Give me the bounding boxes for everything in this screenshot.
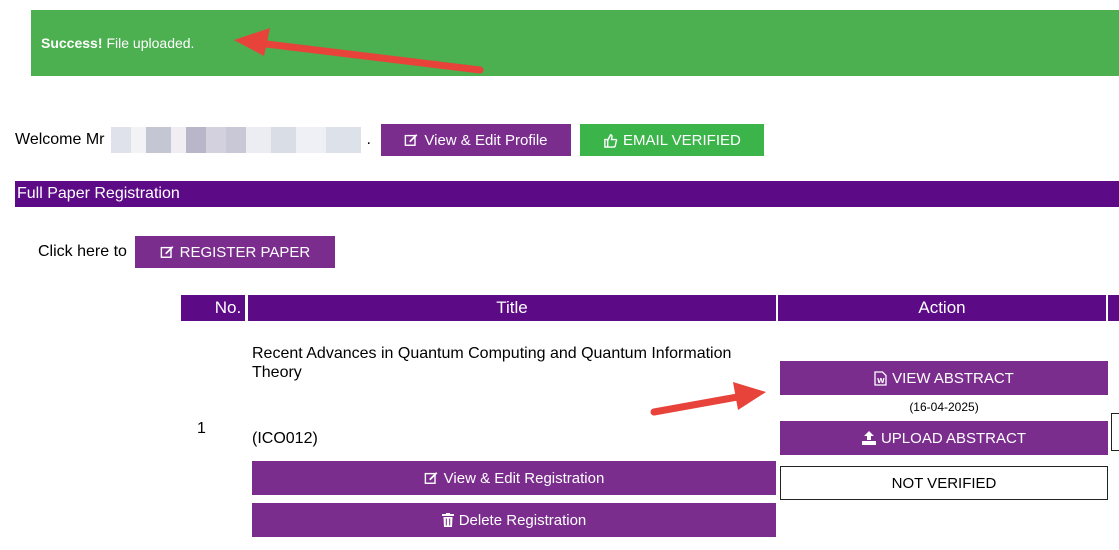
verification-status-label: NOT VERIFIED — [891, 474, 997, 492]
welcome-suffix: . — [366, 131, 371, 148]
verification-status: NOT VERIFIED — [780, 466, 1108, 500]
redacted-name — [110, 127, 361, 153]
section-header: Full Paper Registration — [15, 181, 1119, 207]
header-action-label: Action — [918, 298, 966, 317]
register-paper-button[interactable]: REGISTER PAPER — [134, 236, 335, 268]
view-abstract-button[interactable]: W VIEW ABSTRACT — [780, 361, 1108, 395]
paper-title: Recent Advances in Quantum Computing and… — [252, 345, 732, 381]
welcome-prefix: Welcome Mr — [15, 131, 105, 148]
upload-abstract-button[interactable]: UPLOAD ABSTRACT — [780, 421, 1108, 455]
thumbs-up-icon — [603, 133, 618, 148]
profile-button-label: View & Edit Profile — [424, 131, 548, 149]
alert-strong: Success! — [41, 35, 103, 51]
upload-icon — [861, 431, 876, 445]
header-action: Action — [778, 295, 1106, 321]
success-alert: Success! File uploaded. — [31, 10, 1119, 76]
edit-icon — [424, 471, 439, 485]
view-edit-profile-button[interactable]: View & Edit Profile — [380, 124, 571, 156]
delete-registration-button[interactable]: Delete Registration — [252, 503, 776, 537]
edit-icon — [160, 245, 175, 259]
annotation-arrow-icon — [228, 24, 490, 80]
svg-text:W: W — [877, 377, 885, 385]
view-edit-registration-label: View & Edit Registration — [443, 469, 605, 487]
row-number: 1 — [197, 420, 206, 437]
email-badge-label: EMAIL VERIFIED — [623, 131, 741, 149]
welcome-line: Welcome Mr . View & Edit Profile EMAIL V… — [15, 124, 764, 156]
trash-icon — [441, 513, 454, 527]
view-edit-registration-button[interactable]: View & Edit Registration — [252, 461, 776, 495]
upload-abstract-label: UPLOAD ABSTRACT — [880, 429, 1027, 447]
edit-icon — [404, 133, 419, 147]
header-no: No. — [181, 295, 245, 321]
paper-code: (ICO012) — [252, 430, 318, 447]
annotation-arrow-icon — [648, 382, 770, 422]
register-prompt: Click here to — [38, 243, 127, 260]
header-no-label: No. — [214, 298, 242, 317]
extra-column-box — [1111, 413, 1119, 451]
abstract-date: (16-04-2025) — [909, 400, 979, 414]
register-button-label: REGISTER PAPER — [179, 243, 311, 261]
section-title: Full Paper Registration — [17, 185, 180, 202]
header-title: Title — [248, 295, 776, 321]
register-row: Click here to REGISTER PAPER — [38, 236, 335, 268]
email-verified-badge[interactable]: EMAIL VERIFIED — [579, 124, 764, 156]
delete-registration-label: Delete Registration — [458, 511, 587, 529]
word-file-icon: W — [874, 370, 887, 386]
header-extra — [1108, 295, 1119, 321]
header-title-label: Title — [496, 298, 528, 317]
view-abstract-label: VIEW ABSTRACT — [892, 369, 1014, 387]
alert-message: File uploaded. — [106, 35, 195, 51]
